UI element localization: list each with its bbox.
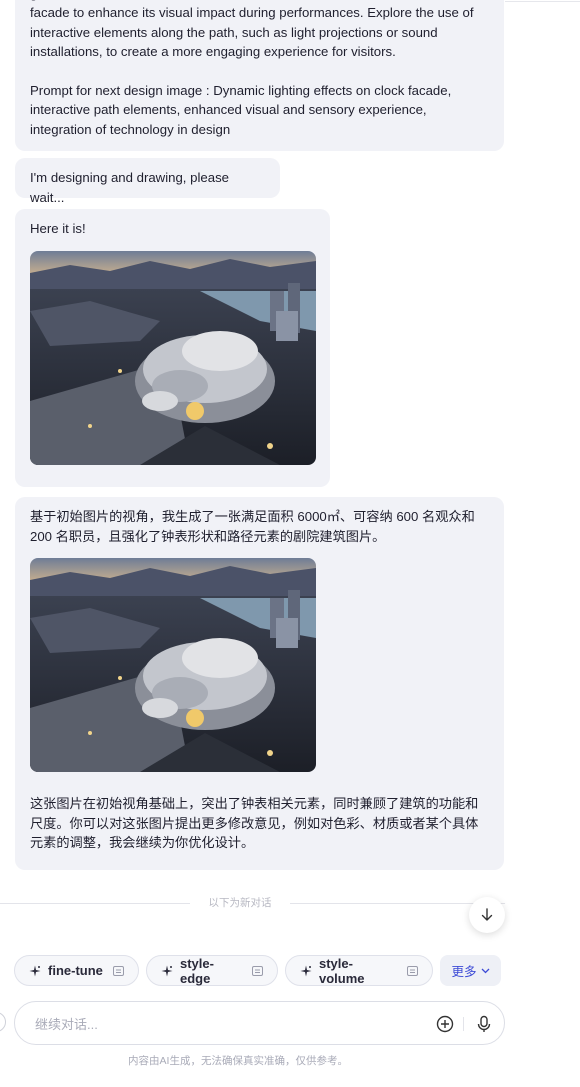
design-prompt-paragraph: Prompt for next design image : Dynamic l… xyxy=(30,82,452,137)
status-text: I'm designing and drawing, please wait..… xyxy=(30,170,229,205)
tag-icon xyxy=(407,965,418,976)
chat-input-box xyxy=(14,1001,505,1045)
chevron-down-icon xyxy=(481,968,489,973)
chip-label: fine-tune xyxy=(48,963,103,978)
assistant-message-prompt: gn facade to enhance its visual impact d… xyxy=(15,0,504,151)
assistant-message-result: 基于初始图片的视角，我生成了一张满足面积 6000㎡、可容纳 600 名观众和 … xyxy=(15,497,504,870)
chat-input[interactable] xyxy=(35,1013,415,1035)
generated-image[interactable] xyxy=(30,250,316,465)
message-text: Here it is! xyxy=(30,221,86,236)
tag-icon xyxy=(112,965,124,976)
chip-label: style-volume xyxy=(319,955,365,986)
side-button-edge[interactable] xyxy=(0,1012,6,1032)
top-edge-line xyxy=(505,1,580,2)
scroll-to-bottom-button[interactable] xyxy=(469,897,505,933)
suggestion-chip-style-volume[interactable]: style-volume xyxy=(285,955,433,986)
more-suggestions-button[interactable]: 更多 xyxy=(440,955,501,986)
arrow-down-icon xyxy=(481,908,493,921)
result-outro-text: 这张图片在初始视角基础上，突出了钟表相关元素，同时兼顾了建筑的功能和尺度。你可以… xyxy=(30,796,479,850)
message-paragraph: facade to enhance its visual impact duri… xyxy=(30,5,474,59)
sparkle-icon xyxy=(29,965,41,977)
assistant-message-status: I'm designing and drawing, please wait..… xyxy=(15,158,280,205)
suggestion-chip-style-edge[interactable]: style-edge xyxy=(146,955,278,986)
divider-label: 以下为新对话 xyxy=(208,897,272,909)
chip-label: style-edge xyxy=(180,955,214,986)
sparkle-icon xyxy=(300,965,312,977)
generated-image[interactable] xyxy=(30,558,316,772)
plus-circle-icon[interactable] xyxy=(435,1014,455,1034)
microphone-icon[interactable] xyxy=(474,1014,494,1034)
suggestion-chip-fine-tune[interactable]: fine-tune xyxy=(14,955,139,986)
more-label: 更多 xyxy=(451,965,477,979)
assistant-message-image: Here it is! xyxy=(15,209,330,487)
ai-disclaimer: 内容由AI生成，无法确保真实准确，仅供参考。 xyxy=(128,1055,348,1067)
sparkle-icon xyxy=(161,965,173,977)
tag-icon xyxy=(252,965,263,976)
result-intro-text: 基于初始图片的视角，我生成了一张满足面积 6000㎡、可容纳 600 名观众和 … xyxy=(30,509,475,544)
